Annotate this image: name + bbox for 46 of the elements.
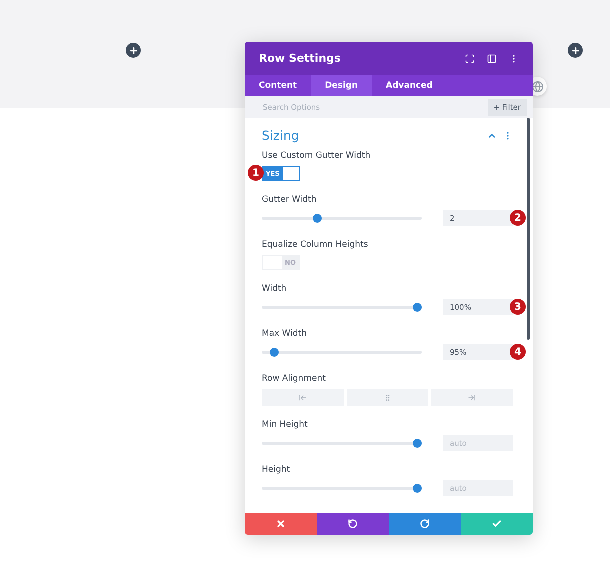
sidebar-button[interactable] [487, 54, 497, 64]
tab[interactable]: Content [245, 75, 312, 96]
step-marker: 1 [248, 165, 264, 181]
plus-icon [128, 46, 138, 56]
undo-button[interactable] [317, 513, 389, 535]
slider-track[interactable] [262, 438, 422, 448]
field-label: Gutter Width [262, 195, 318, 205]
slider-track[interactable] [262, 214, 422, 222]
slider-thumb[interactable] [413, 302, 422, 312]
slider-thumb[interactable] [313, 214, 322, 222]
align-left-icon [298, 394, 307, 402]
field-label: Use Custom Gutter Width [262, 151, 372, 161]
step-marker: 4 [510, 344, 526, 360]
fullscreen-button[interactable] [465, 54, 475, 64]
slider-track[interactable] [262, 302, 422, 312]
scrollbar[interactable] [527, 118, 530, 340]
check-icon [492, 519, 502, 529]
field-label: Width [262, 284, 288, 294]
slider-thumb[interactable] [413, 438, 422, 448]
close-icon [276, 519, 286, 529]
slider-track[interactable] [262, 348, 422, 356]
section-title[interactable]: Sizing [262, 128, 481, 143]
slider-track[interactable] [262, 484, 422, 492]
slider-thumb[interactable] [270, 348, 279, 356]
step-marker: 3 [510, 299, 526, 315]
field-label: Max Width [262, 329, 308, 339]
scan-icon [465, 54, 475, 64]
slider-thumb[interactable] [413, 484, 422, 492]
tab[interactable]: Advanced [372, 75, 447, 96]
panel-icon [487, 54, 497, 64]
redo-button[interactable] [389, 513, 461, 535]
tab[interactable]: Design [311, 75, 372, 96]
add-button[interactable] [568, 43, 583, 58]
step-marker: 2 [510, 210, 526, 226]
field-label: Height [262, 465, 292, 475]
align-right-icon [468, 394, 476, 402]
globe-icon [532, 80, 544, 92]
redo-icon [420, 519, 430, 529]
align-center-icon [384, 394, 392, 402]
field-label: Row Alignment [262, 374, 327, 384]
field-label: Min Height [262, 420, 309, 430]
modal-title: Row Settings [259, 52, 342, 65]
add-button[interactable] [126, 43, 141, 58]
field-label: Equalize Column Heights [262, 240, 370, 250]
plus-icon [570, 46, 580, 56]
undo-icon [348, 519, 358, 529]
